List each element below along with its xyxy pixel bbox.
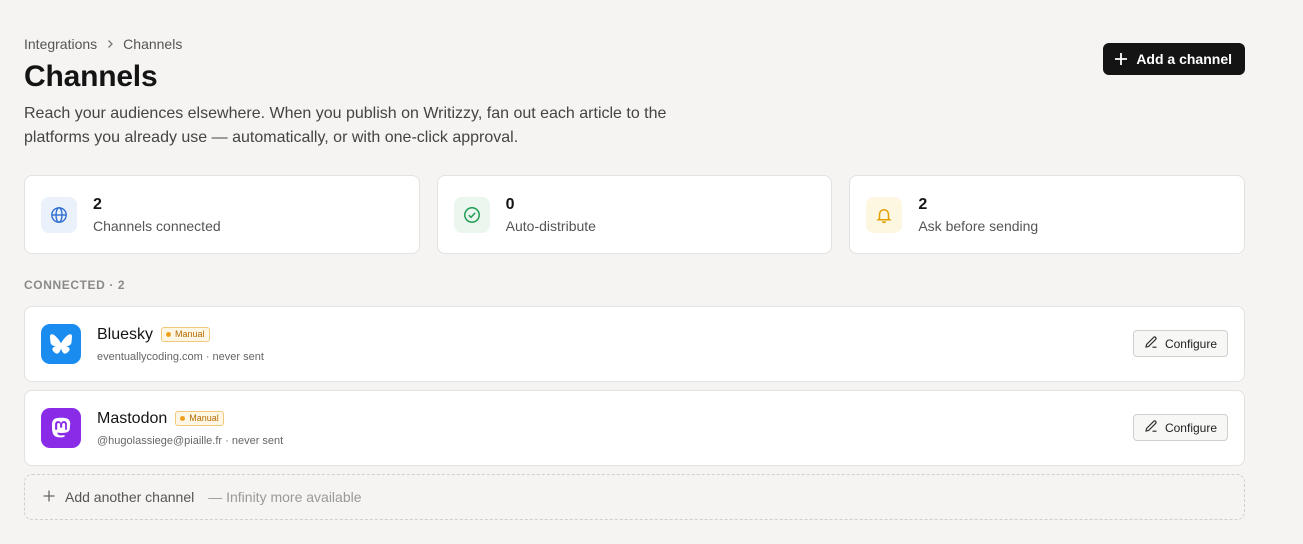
manual-badge: Manual — [161, 327, 210, 342]
stats-row: 2 Channels connected 0 Auto-distribute 2… — [24, 175, 1246, 254]
stat-label: Ask before sending — [918, 217, 1039, 234]
channel-meta: @hugolassiege@piaille.fr · never sent — [97, 434, 284, 447]
stat-value: 0 — [505, 195, 515, 213]
bell-icon — [866, 196, 903, 233]
channel-row-bluesky: Bluesky Manual eventuallycoding.com · ne… — [24, 306, 1245, 382]
pencil-icon — [1144, 335, 1158, 352]
channel-meta: eventuallycoding.com · never sent — [97, 350, 264, 363]
page-title: Channels — [24, 60, 158, 93]
channel-name: Bluesky — [97, 325, 154, 343]
plus-icon — [1114, 52, 1128, 66]
add-channel-button[interactable]: Add a channel — [1103, 43, 1245, 75]
mastodon-icon — [41, 408, 81, 448]
section-label-connected: CONNECTED · 2 — [24, 278, 126, 292]
channel-name: Mastodon — [97, 409, 168, 427]
add-another-note: — Infinity more available — [208, 489, 362, 505]
stat-value: 2 — [918, 195, 928, 213]
add-another-label: Add another channel — [65, 489, 195, 505]
breadcrumb-current: Channels — [123, 36, 183, 52]
plus-icon — [43, 489, 55, 505]
add-another-channel-button[interactable]: Add another channel — Infinity more avai… — [24, 474, 1245, 520]
chevron-right-icon — [105, 39, 115, 49]
check-circle-icon — [453, 196, 490, 233]
configure-label: Configure — [1164, 336, 1217, 351]
breadcrumb: Integrations Channels — [24, 36, 182, 52]
page-subtitle: Reach your audiences elsewhere. When you… — [24, 105, 667, 146]
stat-label: Channels connected — [93, 217, 221, 234]
stat-label: Auto-distribute — [505, 217, 596, 234]
status-dot-icon — [180, 416, 186, 421]
status-dot-icon — [166, 332, 172, 337]
breadcrumb-integrations-link[interactable]: Integrations — [24, 36, 97, 52]
manual-badge: Manual — [175, 411, 224, 426]
stat-card-connected: 2 Channels connected — [24, 175, 420, 254]
add-channel-label: Add a channel — [1136, 51, 1232, 67]
stat-value: 2 — [93, 195, 102, 213]
butterfly-icon — [41, 324, 81, 364]
stat-card-auto-distribute: 0 Auto-distribute — [436, 175, 833, 254]
pencil-icon — [1144, 419, 1158, 436]
globe-icon — [41, 196, 77, 233]
configure-label: Configure — [1164, 420, 1217, 435]
stat-card-ask-before-sending: 2 Ask before sending — [849, 175, 1246, 254]
configure-button-bluesky[interactable]: Configure — [1132, 330, 1228, 357]
configure-button-mastodon[interactable]: Configure — [1132, 414, 1228, 441]
channel-row-mastodon: Mastodon Manual @hugolassiege@piaille.fr… — [24, 390, 1245, 466]
